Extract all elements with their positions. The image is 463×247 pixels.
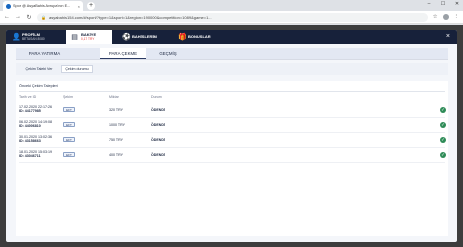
wallet-icon: ▤ xyxy=(71,33,78,41)
section-divider xyxy=(19,91,445,92)
bonus-tab[interactable]: 🎁 BONUSLAR xyxy=(178,30,223,44)
subtab-divider xyxy=(16,59,448,60)
tab-withdraw[interactable]: PARA ÇEKME xyxy=(100,48,146,59)
lock-icon: 🔒 xyxy=(41,14,46,20)
browser-tab-bar: Spor @ AsyaBahis Avrupa'nın E... × + – ☐… xyxy=(0,0,463,11)
check-circle-icon: ✓ xyxy=(440,106,446,113)
gift-icon: 🎁 xyxy=(178,33,187,41)
payment-type-badge: EFT xyxy=(63,122,75,127)
row-status: ÖDENDİ xyxy=(151,122,165,127)
row-status: ÖDENDİ xyxy=(151,137,165,142)
balance-tab[interactable]: ▤ BAKİYE 0,17 TRY xyxy=(66,30,112,44)
site-favicon-icon xyxy=(6,3,11,9)
row-id: ID: 44177985 xyxy=(19,109,41,114)
browser-menu-icon[interactable]: ⋮ xyxy=(454,14,460,20)
payment-type-badge: EFT xyxy=(63,137,75,142)
tab-withdraw-request[interactable]: Çekim Talebi Ver xyxy=(20,65,58,73)
modal-close-icon[interactable]: × xyxy=(446,32,450,42)
minimize-icon[interactable]: – xyxy=(425,0,433,9)
row-amount: 400 TRY xyxy=(109,152,124,157)
row-amount: 1000 TRY xyxy=(109,122,126,127)
row-id: ID: 43158663 xyxy=(19,139,41,144)
payment-type-badge: EFT xyxy=(63,152,75,157)
window-close-icon[interactable]: ✕ xyxy=(453,0,461,9)
profile-username: BETASAN 8080 xyxy=(22,37,45,42)
row-status: ÖDENDİ xyxy=(151,152,165,157)
check-circle-icon: ✓ xyxy=(440,121,446,128)
wallet-subtabs: PARA YATIRMA PARA ÇEKME GEÇMİŞ xyxy=(16,48,448,59)
table-row: 06.02.2020 14:19:08 ID: 44006810 EFT 100… xyxy=(16,119,448,133)
column-header-type: Şekim xyxy=(63,95,73,99)
column-header-status: Durum xyxy=(151,95,162,99)
address-bar: ← → ↻ 🔒 asyabahis154.com/#/sport/?type=1… xyxy=(0,11,463,24)
check-circle-icon: ✓ xyxy=(440,136,446,143)
column-header-amount: Miktar xyxy=(109,95,119,99)
section-title: Önceki Çekim Talepleri xyxy=(19,84,58,88)
row-amount: 320 TRY xyxy=(109,107,124,112)
bets-tab[interactable]: ⚽ BAHİSLERİM xyxy=(122,30,172,44)
back-icon[interactable]: ← xyxy=(4,14,10,20)
tab-deposit[interactable]: PARA YATIRMA xyxy=(16,48,73,59)
payment-type-badge: EFT xyxy=(63,107,75,112)
row-status: ÖDENDİ xyxy=(151,107,165,112)
withdraw-inner-tabs: Çekim Talebi Ver Çekim durumu xyxy=(16,63,448,75)
maximize-icon[interactable]: ☐ xyxy=(439,0,447,9)
star-icon[interactable]: ☆ xyxy=(433,14,438,20)
reload-icon[interactable]: ↻ xyxy=(26,14,32,21)
account-modal: 👤 PROFİLM BETASAN 8080 ▤ BAKİYE 0,17 TRY… xyxy=(6,30,457,242)
tab-close-icon[interactable]: × xyxy=(78,4,80,9)
browser-tab[interactable]: Spor @ AsyaBahis Avrupa'nın E... × xyxy=(3,1,83,11)
row-id: ID: 43046711 xyxy=(19,154,41,159)
modal-header: 👤 PROFİLM BETASAN 8080 ▤ BAKİYE 0,17 TRY… xyxy=(6,30,457,44)
withdraw-history-section: Önceki Çekim Talepleri Tarih ve ID Şekim… xyxy=(16,81,448,236)
bets-title: BAHİSLERİM xyxy=(132,33,157,39)
row-amount: 750 TRY xyxy=(109,137,124,142)
window-controls: – ☐ ✕ xyxy=(425,0,461,9)
browser-tab-title: Spor @ AsyaBahis Avrupa'nın E... xyxy=(13,4,71,8)
tab-withdraw-status[interactable]: Çekim durumu xyxy=(61,65,93,73)
profile-tab[interactable]: 👤 PROFİLM BETASAN 8080 xyxy=(12,30,60,44)
forward-icon[interactable]: → xyxy=(15,14,21,20)
bonus-title: BONUSLAR xyxy=(188,33,211,39)
url-text: asyabahis154.com/#/sport/?type=1&sport=1… xyxy=(48,14,212,20)
balance-amount: 0,17 TRY xyxy=(81,37,95,42)
table-row: 30.01.2020 13:02:36 ID: 43158663 EFT 750… xyxy=(16,134,448,148)
profile-avatar-icon[interactable] xyxy=(442,14,449,20)
table-row: 18.01.2020 15:03:19 ID: 43046711 EFT 400… xyxy=(16,149,448,163)
row-id: ID: 44006810 xyxy=(19,124,41,129)
ball-icon: ⚽ xyxy=(122,33,131,41)
check-circle-icon: ✓ xyxy=(440,151,446,158)
user-icon: 👤 xyxy=(12,33,21,41)
new-tab-button[interactable]: + xyxy=(87,2,95,10)
table-row: 17.02.2020 22:17:26 ID: 44177985 EFT 320… xyxy=(16,104,448,118)
tab-history[interactable]: GEÇMİŞ xyxy=(148,48,188,59)
column-header-date: Tarih ve ID xyxy=(19,95,37,99)
url-field[interactable]: 🔒 asyabahis154.com/#/sport/?type=1&sport… xyxy=(37,12,428,22)
